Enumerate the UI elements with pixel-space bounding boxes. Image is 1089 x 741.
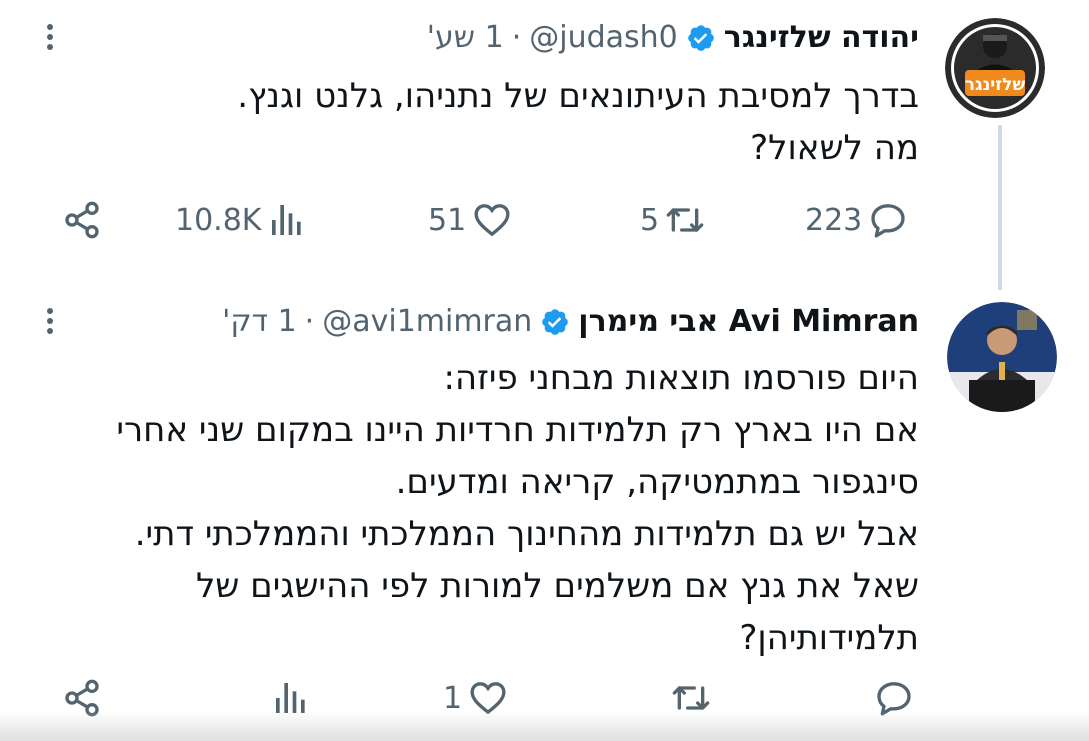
handle[interactable]: @judash0 bbox=[529, 18, 678, 58]
tweet-header: Avi Mimran אבי מימרן @avi1mimran · 1 דק' bbox=[222, 302, 919, 342]
reply-button[interactable]: 223 bbox=[805, 190, 908, 250]
views-count: 10.8K bbox=[175, 202, 262, 238]
text-line: מה לשאול? bbox=[750, 128, 919, 168]
repost-icon bbox=[666, 208, 704, 232]
timestamp[interactable]: 1 דק' bbox=[222, 302, 297, 342]
reply-icon bbox=[871, 204, 905, 238]
tweet-text: היום פורסמו תוצאות מבחני פיזה: אם היו בא… bbox=[59, 352, 919, 664]
text-line: אם היו בארץ רק תלמידות חרדיות היינו במקו… bbox=[116, 410, 919, 450]
avatar[interactable]: שלזינגר bbox=[945, 18, 1045, 118]
timestamp[interactable]: 1 שע' bbox=[427, 18, 504, 58]
views-button[interactable]: 10.8K bbox=[175, 190, 307, 250]
like-button[interactable]: 51 bbox=[428, 190, 512, 250]
repost-count: 5 bbox=[640, 202, 660, 238]
text-line: בדרך למסיבת העיתונאים של נתניהו, גלנט וג… bbox=[237, 76, 919, 116]
tweet[interactable]: שלזינגר יהודה שלזינגר @judash0 · 1 שע' ב… bbox=[0, 0, 1089, 290]
views-icon bbox=[272, 205, 302, 235]
tweet[interactable]: Avi Mimran אבי מימרן @avi1mimran · 1 דק'… bbox=[0, 290, 1089, 741]
tweet-header: יהודה שלזינגר @judash0 · 1 שע' bbox=[427, 18, 919, 58]
text-line: שאל את גנץ אם משלמים למורות לפי ההישגים … bbox=[195, 566, 919, 606]
like-count: 51 bbox=[428, 202, 467, 238]
verified-badge-icon bbox=[542, 309, 569, 335]
text-line: תלמידותיהן? bbox=[739, 618, 919, 658]
text-line: סינגפור במתמטיקה, קריאה ומדעים. bbox=[395, 462, 919, 502]
like-icon bbox=[474, 204, 510, 237]
bottom-shadow bbox=[0, 711, 1089, 741]
reply-count: 223 bbox=[805, 202, 863, 238]
display-name[interactable]: יהודה שלזינגר bbox=[724, 18, 919, 58]
tweet-text: בדרך למסיבת העיתונאים של נתניהו, גלנט וג… bbox=[59, 70, 919, 174]
repost-button[interactable]: 5 bbox=[640, 190, 705, 250]
avatar[interactable] bbox=[947, 302, 1057, 412]
handle[interactable]: @avi1mimran bbox=[322, 302, 532, 342]
svg-text:שלזינגר: שלזינגר bbox=[965, 75, 1026, 95]
text-line: היום פורסמו תוצאות מבחני פיזה: bbox=[443, 358, 919, 398]
more-icon[interactable] bbox=[40, 20, 60, 60]
separator: · bbox=[304, 304, 315, 339]
separator: · bbox=[511, 20, 522, 55]
display-name[interactable]: Avi Mimran אבי מימרן bbox=[578, 302, 919, 342]
share-button[interactable] bbox=[62, 190, 102, 250]
more-icon[interactable] bbox=[40, 304, 60, 344]
text-line: אבל יש גם תלמידות מהחינוך הממלכתי והממלכ… bbox=[134, 514, 919, 554]
share-icon bbox=[65, 201, 99, 239]
verified-badge-icon bbox=[687, 25, 714, 51]
action-bar: 10.8K 51 5 223 bbox=[0, 190, 1089, 250]
